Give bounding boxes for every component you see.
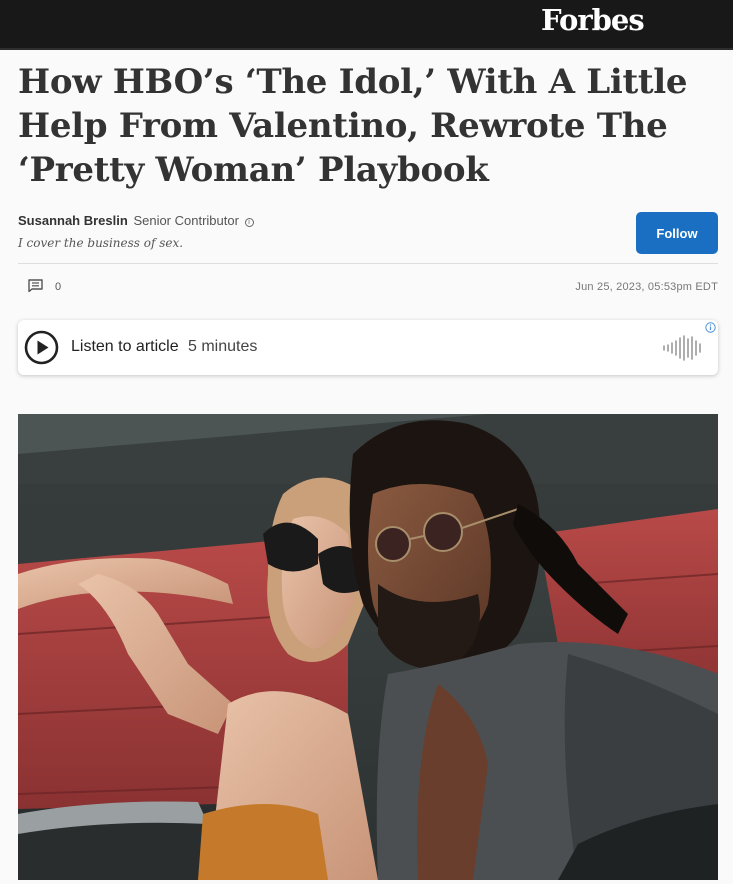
audio-wave-icon xyxy=(663,335,701,361)
hero-image xyxy=(18,414,718,880)
hero-photo-illustration xyxy=(18,414,718,880)
author-tagline: I cover the business of sex. xyxy=(18,236,184,250)
listen-label: Listen to article xyxy=(71,338,179,355)
top-nav-bar: Forbes xyxy=(0,0,733,50)
follow-button[interactable]: Follow xyxy=(636,212,718,254)
play-icon[interactable] xyxy=(24,330,59,365)
article-meta: 0 Jun 25, 2023, 05:53pm EDT xyxy=(18,276,718,300)
listen-duration: 5 minutes xyxy=(188,338,258,355)
forbes-logo[interactable]: Forbes xyxy=(541,3,645,37)
publish-date: Jun 25, 2023, 05:53pm EDT xyxy=(575,281,718,293)
comment-icon[interactable] xyxy=(28,279,43,292)
author-name[interactable]: Susannah Breslin xyxy=(18,213,128,228)
listen-to-article-player[interactable]: Listen to article 5 minutes xyxy=(18,320,718,375)
ad-info-icon[interactable] xyxy=(705,322,716,333)
article-headline: How HBO’s ‘The Idol,’ With A Little Help… xyxy=(18,62,688,190)
article-page: How HBO’s ‘The Idol,’ With A Little Help… xyxy=(0,50,733,884)
divider xyxy=(18,263,718,264)
byline: Susannah Breslin Senior Contributor i xyxy=(18,213,254,228)
author-role: Senior Contributor xyxy=(133,213,239,228)
comment-count[interactable]: 0 xyxy=(55,281,61,293)
info-icon[interactable]: i xyxy=(244,218,254,227)
